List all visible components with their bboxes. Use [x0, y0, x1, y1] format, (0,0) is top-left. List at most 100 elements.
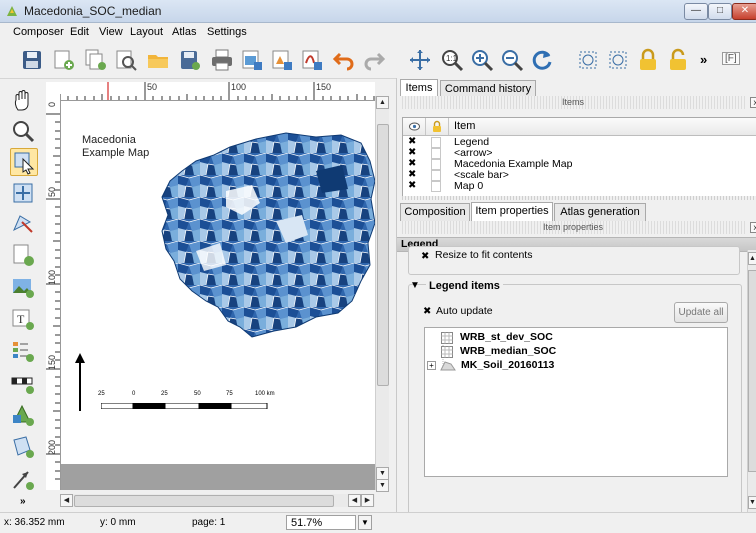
- add-scalebar-icon[interactable]: [10, 370, 36, 396]
- add-new-map-icon[interactable]: [10, 242, 36, 268]
- menu-atlas[interactable]: Atlas: [172, 26, 196, 38]
- visibility-checkbox[interactable]: ✖: [408, 181, 417, 191]
- minimize-button[interactable]: —: [684, 3, 708, 20]
- composition-page[interactable]: Macedonia Example Map 25 0 25 50 75 100 …: [61, 101, 375, 464]
- scroll-left-arrow-2[interactable]: ◀: [348, 494, 361, 507]
- canvas-horizontal-scrollbar[interactable]: ◀ ◀ ▶: [60, 494, 375, 507]
- redo-icon[interactable]: [362, 48, 386, 72]
- resize-to-fit-checkbox[interactable]: ✖: [421, 252, 430, 262]
- canvas-vertical-scrollbar[interactable]: ▲ ▼ ▼: [375, 96, 389, 492]
- refresh-icon[interactable]: [530, 48, 554, 72]
- scale-label-50: 50: [194, 391, 201, 397]
- lock-icon[interactable]: [636, 48, 660, 72]
- export-image-icon[interactable]: [240, 48, 264, 72]
- add-image-icon[interactable]: [10, 274, 36, 300]
- edit-nodes-tool-icon[interactable]: [10, 210, 36, 236]
- props-scroll-down[interactable]: ▼: [748, 496, 756, 509]
- duplicate-composer-icon[interactable]: [84, 48, 108, 72]
- add-shape-icon[interactable]: [10, 402, 36, 428]
- select-items-icon[interactable]: [576, 48, 600, 72]
- zoom-full-icon[interactable]: 1:1: [440, 48, 464, 72]
- scale-bar-segments: [101, 403, 268, 409]
- add-label-icon[interactable]: T: [10, 306, 36, 332]
- status-bar: x: 36.352 mm y: 0 mm page: 1 51.7% ▼: [0, 512, 756, 533]
- status-y-coordinate: y: 0 mm: [100, 517, 136, 528]
- scroll-down-arrow-2[interactable]: ▼: [376, 479, 389, 492]
- menu-edit[interactable]: Edit: [70, 26, 89, 38]
- update-all-button[interactable]: Update all: [674, 302, 728, 323]
- macedonia-soc-map[interactable]: [156, 131, 375, 341]
- scale-label-25: 25: [161, 391, 168, 397]
- undo-icon[interactable]: [332, 48, 356, 72]
- visibility-checkbox[interactable]: ✖: [408, 170, 417, 180]
- new-composer-icon[interactable]: [52, 48, 76, 72]
- zoom-tool-icon[interactable]: [10, 118, 36, 144]
- scale-bar[interactable]: 25 0 25 50 75 100 km: [95, 391, 295, 415]
- map-polygon-country: [161, 132, 375, 338]
- export-svg-icon[interactable]: [270, 48, 294, 72]
- save-icon[interactable]: [20, 48, 44, 72]
- zoom-level-input[interactable]: 51.7%: [286, 515, 356, 530]
- tree-expand-icon[interactable]: +: [427, 361, 436, 370]
- scroll-up-arrow[interactable]: ▲: [376, 96, 389, 109]
- add-arrow-icon[interactable]: [10, 466, 36, 492]
- toolbar-overflow-chevron[interactable]: »: [700, 52, 707, 67]
- v-ruler-label-50: 50: [47, 187, 57, 198]
- scale-label-100km: 100 km: [255, 391, 275, 397]
- tab-composition[interactable]: Composition: [400, 203, 470, 221]
- dock-splitter[interactable]: [400, 196, 756, 200]
- legend-items-collapse-icon[interactable]: ▼: [410, 280, 420, 291]
- zoom-dropdown-chevron-icon[interactable]: ▼: [358, 515, 372, 530]
- add-legend-icon[interactable]: [10, 338, 36, 364]
- print-icon[interactable]: [210, 48, 234, 72]
- close-button[interactable]: ✕: [732, 3, 756, 20]
- auto-update-checkbox[interactable]: ✖: [423, 307, 432, 317]
- props-scroll-thumb[interactable]: [748, 270, 756, 472]
- svg-text:T: T: [17, 312, 25, 326]
- scroll-left-arrow[interactable]: ◀: [60, 494, 73, 507]
- maximize-button[interactable]: □: [708, 3, 732, 20]
- tab-item-properties[interactable]: Item properties: [471, 202, 553, 221]
- tree-item-wrb-st-dev[interactable]: WRB_st_dev_SOC: [441, 331, 691, 345]
- zoom-in-icon[interactable]: [470, 48, 494, 72]
- scroll-right-arrow[interactable]: ▶: [361, 494, 374, 507]
- tree-item-label: WRB_st_dev_SOC: [460, 331, 553, 343]
- add-polygon-icon[interactable]: [10, 434, 36, 460]
- unlock-icon[interactable]: [666, 48, 690, 72]
- map-title-label[interactable]: Macedonia Example Map: [82, 134, 149, 160]
- select-move-tool-icon[interactable]: [10, 148, 38, 176]
- tab-atlas-generation[interactable]: Atlas generation: [554, 203, 646, 221]
- vertical-scroll-thumb[interactable]: [377, 124, 389, 386]
- tree-item-mk-soil[interactable]: + MK_Soil_20160113: [427, 359, 697, 373]
- visibility-checkbox[interactable]: ✖: [408, 137, 417, 147]
- horizontal-scroll-thumb[interactable]: [74, 495, 334, 507]
- items-dock-close-icon[interactable]: x: [750, 97, 756, 108]
- toolbar-extra-icon[interactable]: [F]: [722, 52, 740, 65]
- menu-view[interactable]: View: [99, 26, 123, 38]
- resize-to-fit-label: Resize to fit contents: [435, 249, 533, 261]
- north-arrow[interactable]: [74, 353, 86, 411]
- lock-checkbox[interactable]: [431, 181, 441, 192]
- move-content-tool-icon[interactable]: [10, 180, 36, 206]
- item-row-map[interactable]: ✖ Map 0: [403, 180, 756, 192]
- visibility-checkbox[interactable]: ✖: [408, 148, 417, 158]
- props-scroll-up[interactable]: ▲: [748, 252, 756, 265]
- zoom-out-icon[interactable]: [500, 48, 524, 72]
- properties-dock-close-icon[interactable]: x: [750, 222, 756, 233]
- export-pdf-icon[interactable]: [300, 48, 324, 72]
- visibility-checkbox[interactable]: ✖: [408, 159, 417, 169]
- pan-hand-icon[interactable]: [10, 88, 36, 114]
- properties-vertical-scrollbar[interactable]: ▲ ▼: [747, 250, 756, 512]
- menu-layout[interactable]: Layout: [130, 26, 163, 38]
- auto-update-label: Auto update: [436, 305, 493, 317]
- deselect-items-icon[interactable]: [606, 48, 630, 72]
- toolbox-more-chevron[interactable]: »: [20, 496, 26, 507]
- composer-manager-icon[interactable]: [114, 48, 138, 72]
- visibility-eye-icon: [409, 122, 420, 131]
- save-template-icon[interactable]: [178, 48, 202, 72]
- pan-icon[interactable]: [408, 48, 432, 72]
- tree-item-wrb-median[interactable]: WRB_median_SOC: [441, 345, 691, 359]
- open-folder-icon[interactable]: [146, 48, 170, 72]
- menu-settings[interactable]: Settings: [207, 26, 247, 38]
- menu-composer[interactable]: Composer: [13, 26, 64, 38]
